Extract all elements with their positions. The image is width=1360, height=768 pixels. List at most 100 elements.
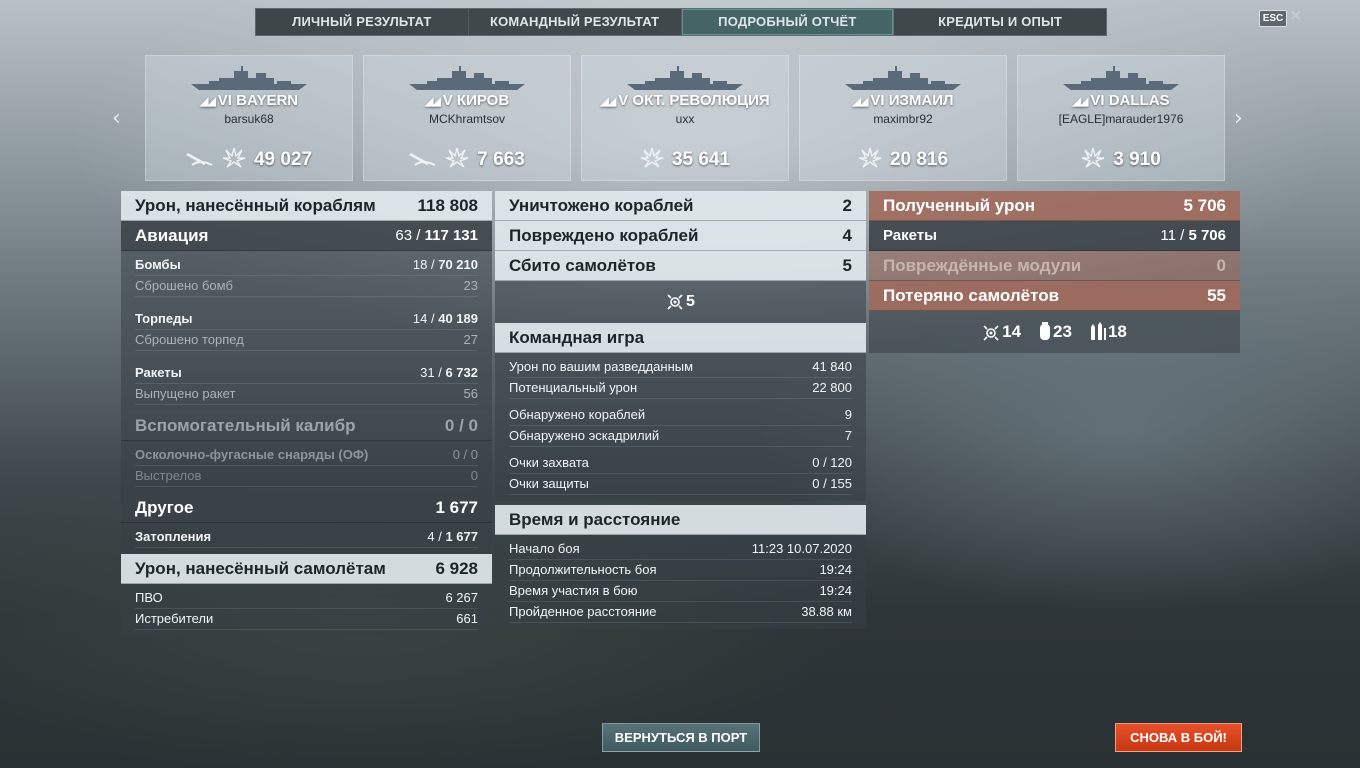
planes-lost-label: Потеряно самолётов — [883, 285, 1060, 305]
shot-down-header: Сбито самолётов 5 — [495, 251, 866, 281]
other-label: Другое — [135, 497, 194, 517]
other-header: Другое 1 677 — [121, 493, 492, 523]
plane-shot-icon: 14 — [982, 322, 1021, 342]
destroyed-value: 2 — [842, 195, 852, 215]
received-rockets-header: Ракеты 11 / 5 706 — [869, 221, 1240, 251]
time-row: Начало боя 11:23 10.07.2020 — [509, 539, 852, 560]
return-to-port-button[interactable]: ВЕРНУТЬСЯ В ПОРТ — [602, 723, 760, 752]
player-name: [EAGLE]marauder1976 — [1058, 112, 1184, 126]
result-tabs: ЛИЧНЫЙ РЕЗУЛЬТАТ КОМАНДНЫЙ РЕЗУЛЬТАТ ПОД… — [255, 8, 1107, 36]
ship-damage: 7 663 — [477, 148, 525, 170]
aviation-label: Авиация — [135, 225, 209, 245]
tab-personal[interactable]: ЛИЧНЫЙ РЕЗУЛЬТАТ — [256, 9, 469, 35]
ship-card[interactable]: ◢◢ V ОКТ. РЕВОЛЮЦИЯ uxx 35 641 — [581, 55, 789, 181]
ship-card[interactable]: ◢◢ VI DALLAS [EAGLE]marauder1976 3 910 — [1017, 55, 1225, 181]
torpedoes-row: Торпеды 14 / 40 189 — [135, 309, 478, 330]
next-arrow-icon[interactable]: › — [1234, 106, 1243, 131]
shot-down-label: Сбито самолётов — [509, 255, 656, 275]
rockets-row: Ракеты 31 / 6 732 — [135, 363, 478, 384]
ship-card[interactable]: ◢◢ VI BAYERN barsuk68 49 027 — [145, 55, 353, 181]
ship-class-icon: ◢◢ — [424, 96, 441, 108]
tab-detailed-report[interactable]: ПОДРОБНЫЙ ОТЧЁТ — [681, 9, 895, 35]
planes-damage-details: ПВО 6 267 Истребители 661 — [121, 584, 492, 636]
rockets-fired-row: Выпущено ракет 56 — [135, 384, 478, 405]
shots-row: Выстрелов 0 — [135, 466, 478, 487]
teamplay-row: Обнаружено эскадрилий 7 — [509, 426, 852, 447]
damage-icon — [858, 146, 882, 173]
ships-damage-header: Урон, нанесённый кораблям 118 808 — [121, 191, 492, 221]
planes-lost-value: 55 — [1207, 285, 1226, 305]
received-rockets-label: Ракеты — [883, 227, 937, 244]
ship-silhouette-icon — [843, 66, 963, 92]
middle-column: Уничтожено кораблей 2 Повреждено корабле… — [495, 191, 866, 629]
close-icon[interactable]: ✕ — [1289, 6, 1302, 26]
teamplay-row: Очки защиты 0 / 155 — [509, 474, 852, 495]
ship-card[interactable]: ◢◢ VI ИЗМАИЛ maximbr92 20 816 — [799, 55, 1007, 181]
ship-stats: 7 663 — [364, 146, 570, 173]
received-damage-header: Полученный урон 5 706 — [869, 191, 1240, 221]
torpedoes-dropped-row: Сброшено торпед 27 — [135, 330, 478, 351]
aviation-value: 63 / 117 131 — [395, 227, 478, 244]
planes-lost-header: Потеряно самолётов 55 — [869, 281, 1240, 311]
ship-silhouette-icon — [625, 66, 745, 92]
time-title: Время и расстояние — [509, 509, 681, 529]
ship-damage: 20 816 — [889, 148, 949, 170]
torpedo-icon — [185, 147, 214, 172]
secondary-details: Осколочно-фугасные снаряды (ОФ) 0 / 0 Выс… — [121, 441, 492, 493]
secondary-header: Вспомогательный калибр 0 / 0 — [121, 411, 492, 441]
received-rockets-value: 11 / 5 706 — [1160, 227, 1226, 244]
ship-stats: 20 816 — [800, 146, 1006, 173]
esc-key-badge[interactable]: ESC — [1259, 10, 1287, 27]
teamplay-row: Потенциальный урон 22 800 — [509, 378, 852, 399]
ship-class-icon: ◢◢ — [600, 96, 616, 108]
planes-damage-header: Урон, нанесённый самолётам 6 928 — [121, 554, 492, 584]
bombs-row: Бомбы 18 / 70 210 — [135, 255, 478, 276]
tab-credits-xp[interactable]: КРЕДИТЫ И ОПЫТ — [894, 9, 1106, 35]
damage-icon — [445, 146, 469, 173]
bombs-dropped-row: Сброшено бомб 23 — [135, 276, 478, 297]
ship-class-icon: ◢◢ — [199, 96, 216, 108]
aa-row: ПВО 6 267 — [135, 588, 478, 609]
planes-lost-icons: 14 23 18 — [869, 311, 1240, 353]
he-shells-row: Осколочно-фугасные снаряды (ОФ) 0 / 0 — [135, 445, 478, 466]
player-name: maximbr92 — [873, 112, 933, 126]
player-name: uxx — [675, 112, 695, 126]
secondary-label: Вспомогательный калибр — [135, 415, 356, 435]
ship-name: ◢◢ VI ИЗМАИЛ — [852, 92, 954, 109]
ship-damage: 49 027 — [253, 148, 313, 170]
planes-damage-value: 6 928 — [435, 558, 478, 578]
damage-icon — [1081, 146, 1105, 173]
damaged-label: Повреждено кораблей — [509, 225, 699, 245]
time-details: Начало боя 11:23 10.07.2020 Продолжительн… — [495, 535, 866, 629]
shot-down-value: 5 — [842, 255, 852, 275]
ship-stats: 35 641 — [582, 146, 788, 173]
ship-name: ◢◢ V ОКТ. РЕВОЛЮЦИЯ — [600, 92, 770, 109]
teamplay-row: Очки захвата 0 / 120 — [509, 453, 852, 474]
ship-damage: 3 910 — [1113, 148, 1161, 170]
aviation-header: Авиация 63 / 117 131 — [121, 221, 492, 251]
destroyed-label: Уничтожено кораблей — [509, 195, 694, 215]
tab-team[interactable]: КОМАНДНЫЙ РЕЗУЛЬТАТ — [469, 9, 682, 35]
destroyed-header: Уничтожено кораблей 2 — [495, 191, 866, 221]
flooding-row: Затопления 4 / 1 677 — [135, 527, 478, 548]
ships-damage-value: 118 808 — [417, 195, 478, 215]
damaged-modules-label: Повреждённые модули — [883, 255, 1082, 275]
right-column: Полученный урон 5 706 Ракеты 11 / 5 706 … — [869, 191, 1240, 353]
battle-again-button[interactable]: СНОВА В БОЙ! — [1115, 723, 1242, 752]
ship-class-icon: ◢◢ — [1072, 96, 1088, 108]
time-header: Время и расстояние — [495, 505, 866, 535]
received-damage-value: 5 706 — [1183, 195, 1226, 215]
prev-arrow-icon[interactable]: ‹ — [112, 106, 121, 131]
player-name: MCKhramtsov — [428, 112, 505, 126]
other-value: 1 677 — [435, 497, 478, 517]
planes-damage-label: Урон, нанесённый самолётам — [135, 558, 386, 578]
ship-card[interactable]: ◢◢ V КИРОВ MCKhramtsov 7 663 — [363, 55, 571, 181]
other-details: Затопления 4 / 1 677 — [121, 523, 492, 554]
left-column: Урон, нанесённый кораблям 118 808 Авиаци… — [121, 191, 492, 636]
received-damage-label: Полученный урон — [883, 195, 1036, 215]
ship-silhouette-icon — [407, 66, 527, 92]
damaged-header: Повреждено кораблей 4 — [495, 221, 866, 251]
time-row: Пройденное расстояние 38.88 км — [509, 602, 852, 623]
teamplay-header: Командная игра — [495, 323, 866, 353]
ships-damage-label: Урон, нанесённый кораблям — [135, 195, 376, 215]
